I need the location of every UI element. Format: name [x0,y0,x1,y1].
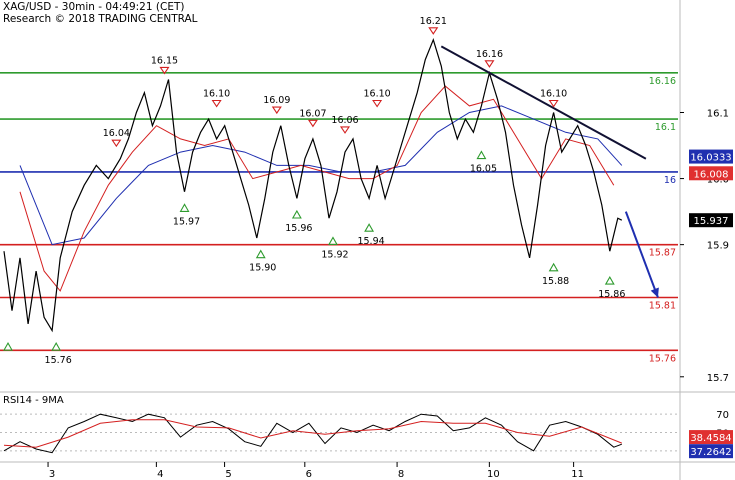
time-tick-label-0: 3 [49,469,55,480]
price-box-label-1: 16.008 [694,169,729,180]
time-tick-label-1: 4 [157,469,163,480]
price-tick-label-3: 15.7 [707,373,729,384]
price-tick-label-0: 16.1 [707,109,729,120]
trough-label-6: 15.94 [357,236,384,247]
trough-marker-2 [179,203,190,212]
peak-label-5: 16.06 [331,115,358,126]
price-series [3,37,623,333]
peak-label-1: 16.04 [103,128,130,139]
price-box-label-2: 15.937 [694,216,729,227]
peak-marker-5 [339,126,351,134]
price-line [3,37,623,333]
rsi-panel: 70503038.458437.2642 [0,410,733,459]
trough-marker-6 [364,223,375,232]
time-tick-label-3: 6 [306,469,312,480]
price-boxes: 16.0333 16.008 15.937 [689,149,733,228]
trough-label-3: 15.90 [249,263,276,274]
trough-marker-5 [328,236,338,245]
peak-marker-4 [307,119,318,128]
trough-marker-8 [548,262,559,272]
rsi-box-label-0: 38.4584 [690,433,731,444]
peak-marker-3 [271,106,282,115]
level-label-5: 15.76 [649,353,676,364]
peak-marker-2 [211,99,222,108]
trough-label-1: 15.76 [45,355,72,366]
level-label-1: 16.1 [655,122,676,133]
peak-marker-7 [428,27,439,35]
peak-label-0: 16.15 [151,55,178,66]
rsi-tick-label-0: 70 [716,410,729,421]
trough-label-8: 15.88 [542,276,569,287]
chart-stage: XAG/USD - 30min - 04:49:21 (CET) Researc… [0,0,735,480]
trough-marker-9 [604,275,615,285]
level-label-2: 16 [664,175,676,186]
peak-label-6: 16.10 [364,89,391,100]
trough-label-2: 15.97 [173,216,200,227]
peak-label-3: 16.09 [263,95,290,106]
level-label-4: 15.81 [649,301,676,312]
time-tick-label-4: 8 [398,469,404,480]
rsi-panel-title: RSI14 - 9MA [3,395,64,406]
peak-label-2: 16.10 [203,89,230,100]
trough-marker-1 [51,342,62,351]
swing-annotations: 16.15 16.04 16.10 16.09 16.07 16.06 16.10 16.21… [3,16,625,366]
resistance-trendline [440,45,647,160]
price-tick-label-2: 15.9 [707,241,729,252]
trough-marker-4 [291,209,302,219]
rsi-ma-line [3,419,622,448]
time-tick-label-2: 5 [225,469,231,480]
peak-label-9: 16.10 [540,89,567,100]
trough-label-7: 16.05 [470,164,497,175]
level-label-3: 15.87 [649,248,676,259]
trough-label-4: 15.96 [285,223,312,234]
peak-marker-1 [111,139,122,148]
time-tick-label-5: 10 [487,469,500,480]
peak-label-7: 16.21 [420,16,447,27]
rsi-box-label-1: 37.2642 [690,447,731,458]
trough-label-5: 15.92 [321,249,348,260]
time-axis: 3 4 5 6 8 10 11 [47,462,584,480]
peak-label-4: 16.07 [299,108,326,119]
peak-marker-8 [484,60,495,68]
time-tick-label-6: 11 [571,469,584,480]
trough-marker-3 [255,249,266,259]
trough-label-9: 15.86 [598,289,625,300]
trough-marker-7 [476,150,487,160]
peak-label-8: 16.16 [476,49,503,60]
price-chart-svg: 16.1616.11615.8715.8115.76 16.1516.0416.… [0,0,735,480]
peak-marker-6 [372,99,383,108]
price-box-label-0: 16.0333 [690,153,731,164]
trough-marker-0 [3,342,13,351]
level-label-0: 16.16 [649,76,676,87]
